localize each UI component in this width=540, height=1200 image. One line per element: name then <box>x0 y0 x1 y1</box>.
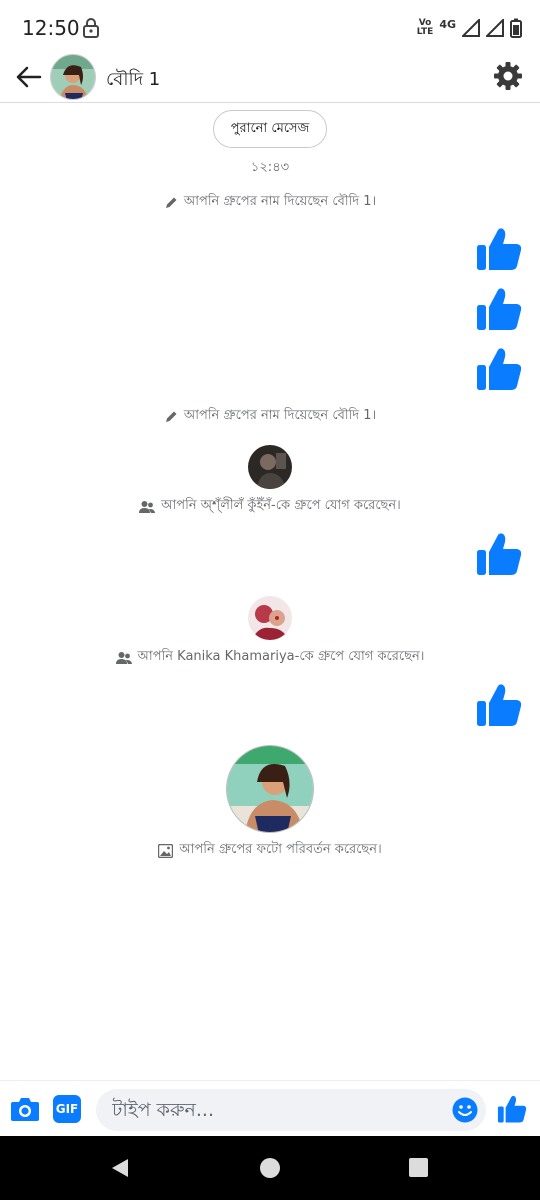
status-time: 12:50 <box>22 16 80 40</box>
people-icon <box>139 500 156 513</box>
message-input[interactable] <box>112 1089 442 1131</box>
system-message-text: আপনি গ্রুপের নাম দিয়েছেন বৌদি 1। <box>183 194 377 209</box>
people-icon <box>115 651 132 664</box>
signal-icon <box>486 19 504 37</box>
photo-icon <box>158 843 174 858</box>
nav-recents-icon[interactable] <box>409 1158 428 1177</box>
gif-button[interactable]: GIF <box>53 1095 81 1123</box>
older-messages-button[interactable]: পুরানো মেসেজ <box>213 110 327 148</box>
system-message-member-added: আপনি অ্শ্ঁলীলঁ কুঁইঁনঁ-কে গ্রুপে যোগ করে… <box>0 496 540 517</box>
status-bar: 12:50 Vo LTE 4G <box>0 0 540 56</box>
message-timestamp: ১২:৪৩ <box>250 160 290 175</box>
member-avatar[interactable] <box>248 596 292 640</box>
nav-home-icon[interactable] <box>260 1158 280 1178</box>
status-indicators: Vo LTE 4G <box>417 16 522 40</box>
thumbs-up-icon[interactable] <box>474 529 524 579</box>
conversation-header: বৌদি 1 <box>0 54 540 103</box>
system-message-member-added: আপনি Kanika Khamariya-কে গ্রুপে যোগ করেছ… <box>0 647 540 668</box>
battery-icon <box>510 18 522 38</box>
system-message-text: আপনি গ্রুপের ফটো পরিবর্তন করেছেন। <box>179 842 382 857</box>
group-photo[interactable] <box>226 745 314 833</box>
signal-icon <box>462 19 480 37</box>
conversation-title[interactable]: বৌদি 1 <box>106 65 160 96</box>
volte-indicator: Vo LTE <box>416 18 434 37</box>
thumbs-up-icon[interactable] <box>474 224 524 274</box>
system-message-text: আপনি গ্রুপের নাম দিয়েছেন বৌদি 1। <box>183 408 377 423</box>
group-avatar[interactable] <box>50 54 96 100</box>
message-thread[interactable]: পুরানো মেসেজ ১২:৪৩ আপনি গ্রুপের নাম দিয়… <box>0 104 540 1080</box>
thumbs-up-icon[interactable] <box>496 1093 528 1125</box>
gear-icon[interactable] <box>492 60 524 92</box>
system-navigation-bar <box>0 1136 540 1200</box>
system-message-text: আপনি Kanika Khamariya-কে গ্রুপে যোগ করেছ… <box>137 649 425 664</box>
thumbs-up-icon[interactable] <box>474 284 524 334</box>
member-avatar[interactable] <box>248 445 292 489</box>
pencil-icon <box>165 411 177 422</box>
thumbs-up-icon[interactable] <box>474 680 524 730</box>
message-input-wrapper <box>96 1089 486 1131</box>
network-type: 4G <box>439 17 456 31</box>
message-composer: GIF <box>0 1080 540 1136</box>
nav-back-icon[interactable] <box>110 1158 130 1178</box>
back-arrow-icon[interactable] <box>12 60 46 94</box>
camera-icon[interactable] <box>10 1095 40 1123</box>
system-message-rename: আপনি গ্রুপের নাম দিয়েছেন বৌদি 1। <box>0 192 540 213</box>
thumbs-up-icon[interactable] <box>474 344 524 394</box>
system-message-photo-changed: আপনি গ্রুপের ফটো পরিবর্তন করেছেন। <box>0 840 540 861</box>
emoji-icon[interactable] <box>452 1097 478 1123</box>
lock-icon <box>83 18 99 38</box>
system-message-text: আপনি অ্শ্ঁলীলঁ কুঁইঁনঁ-কে গ্রুপে যোগ করে… <box>161 498 401 513</box>
system-message-rename: আপনি গ্রুপের নাম দিয়েছেন বৌদি 1। <box>0 406 540 427</box>
pencil-icon <box>165 197 177 208</box>
